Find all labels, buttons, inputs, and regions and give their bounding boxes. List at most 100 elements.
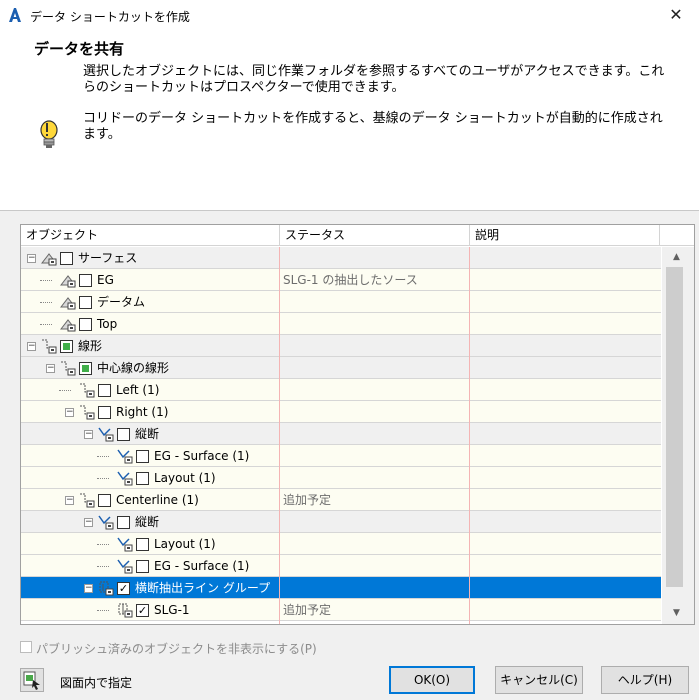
cancel-button[interactable]: キャンセル(C) (495, 666, 583, 694)
autocad-a-icon (9, 8, 21, 22)
title-bar: データ ショートカットを作成 ✕ (0, 0, 699, 30)
row-checkbox[interactable] (98, 406, 111, 419)
row-object-name: Layout (1) (154, 537, 216, 551)
row-checkbox[interactable] (79, 296, 92, 309)
column-header-description[interactable]: 説明 (470, 225, 660, 245)
row-object-name: データム (97, 295, 146, 309)
create-data-shortcuts-dialog: データ ショートカットを作成 ✕ データを共有 選択したオブジェクトには、同じ作… (0, 0, 699, 700)
vertical-scrollbar[interactable]: ▲ ▼ (662, 247, 694, 624)
row-status: SLG-1 の抽出したソース (283, 273, 418, 287)
surface-icon (60, 297, 76, 310)
scroll-down-arrow-icon[interactable]: ▼ (668, 605, 685, 622)
tree-row[interactable]: − サーフェス (21, 247, 661, 269)
table-body: − サーフェス EG SLG-1 の抽出したソースデータム Top − 線形 − 中心線の線形 L… (21, 247, 661, 624)
tree-row[interactable]: − ✓ 横断抽出ライン グループ (21, 577, 661, 599)
column-header-object[interactable]: オブジェクト (21, 225, 280, 245)
scroll-up-arrow-icon[interactable]: ▲ (668, 249, 685, 266)
ok-button[interactable]: OK(O) (389, 666, 475, 694)
tree-row[interactable]: Layout (1) (21, 467, 661, 489)
collapse-toggle-icon[interactable]: − (27, 342, 36, 351)
row-object-name: Right (1) (116, 405, 169, 419)
collapse-toggle-icon[interactable]: − (27, 254, 36, 263)
tree-row[interactable]: EG SLG-1 の抽出したソース (21, 269, 661, 291)
tree-row[interactable]: − 縦断 (21, 423, 661, 445)
row-status: 追加予定 (283, 493, 332, 507)
row-checkbox[interactable] (136, 538, 149, 551)
row-object-name: Layout (1) (154, 471, 216, 485)
column-header-status[interactable]: ステータス (280, 225, 470, 245)
sample-line-group-icon (99, 581, 114, 596)
row-checkbox[interactable]: ✓ (117, 582, 130, 595)
collapse-toggle-icon[interactable]: − (46, 364, 55, 373)
row-checkbox[interactable] (117, 516, 130, 529)
collapse-toggle-icon[interactable]: − (84, 430, 93, 439)
collapse-toggle-icon[interactable]: − (65, 496, 74, 505)
row-object-name: 線形 (78, 339, 103, 353)
tree-row[interactable]: − 中心線の線形 (21, 357, 661, 379)
tree-row[interactable]: Left (1) (21, 379, 661, 401)
surface-icon (60, 275, 76, 288)
close-button[interactable]: ✕ (653, 0, 699, 30)
scroll-thumb[interactable] (666, 267, 683, 587)
sample-line-icon (118, 603, 133, 618)
tree-row[interactable]: EG - Surface (1) (21, 555, 661, 577)
row-object-name: EG (97, 273, 114, 287)
window-title: データ ショートカットを作成 (30, 10, 190, 24)
row-checkbox[interactable] (136, 450, 149, 463)
header-panel: データを共有 選択したオブジェクトには、同じ作業フォルダを参照するすべてのユーザ… (0, 30, 699, 210)
row-checkbox[interactable] (136, 560, 149, 573)
hide-published-label: パブリッシュ済みのオブジェクトを非表示にする(P) (36, 642, 317, 656)
header-title: データを共有 (34, 40, 125, 58)
tree-row[interactable]: EG - Surface (1) (21, 445, 661, 467)
tree-row[interactable]: − Centerline (1) 追加予定 (21, 489, 661, 511)
profile-icon (117, 537, 133, 552)
profile-icon (98, 515, 114, 530)
tree-row[interactable]: − 縦断 (21, 511, 661, 533)
surface-icon (41, 253, 57, 266)
tree-row[interactable]: Layout (1) (21, 533, 661, 555)
row-object-name: EG - Surface (1) (154, 449, 250, 463)
row-checkbox[interactable] (60, 252, 73, 265)
tree-connector (59, 390, 71, 391)
tree-connector (40, 280, 52, 281)
row-checkbox[interactable] (79, 362, 92, 375)
row-checkbox[interactable] (79, 318, 92, 331)
tree-connector (97, 478, 109, 479)
profile-icon (117, 449, 133, 464)
collapse-toggle-icon[interactable]: − (65, 408, 74, 417)
tree-row[interactable]: ✓ SLG-1 追加予定 (21, 599, 661, 621)
row-checkbox[interactable] (98, 494, 111, 507)
alignment-icon (80, 493, 95, 508)
lightbulb-icon (40, 120, 58, 148)
objects-table: オブジェクト ステータス 説明 − サーフェス EG SLG-1 の抽出したソースデー… (20, 224, 695, 625)
tree-row[interactable]: データム (21, 291, 661, 313)
select-in-drawing-button[interactable] (20, 668, 44, 692)
tree-row[interactable]: Top (21, 313, 661, 335)
tree-row[interactable]: − 線形 (21, 335, 661, 357)
row-checkbox[interactable] (60, 340, 73, 353)
profile-icon (117, 559, 133, 574)
collapse-toggle-icon[interactable]: − (84, 518, 93, 527)
column-divider (279, 247, 280, 624)
tree-connector (97, 610, 109, 611)
row-status: 追加予定 (283, 603, 332, 617)
row-gridline (21, 620, 661, 621)
row-checkbox[interactable] (79, 274, 92, 287)
tree-row[interactable]: − Right (1) (21, 401, 661, 423)
tree-connector (97, 544, 109, 545)
row-object-name: 中心線の線形 (97, 361, 170, 375)
header-note: コリドーのデータ ショートカットを作成すると、基線のデータ ショートカットが自動… (83, 111, 663, 142)
tree-connector (40, 302, 52, 303)
row-checkbox[interactable] (117, 428, 130, 441)
row-object-name: SLG-1 (154, 603, 190, 617)
collapse-toggle-icon[interactable]: − (84, 584, 93, 593)
row-object-name: EG - Surface (1) (154, 559, 250, 573)
hide-published-checkbox[interactable] (20, 641, 32, 653)
row-checkbox[interactable] (136, 472, 149, 485)
row-checkbox[interactable] (98, 384, 111, 397)
help-button[interactable]: ヘルプ(H) (601, 666, 689, 694)
alignment-icon (80, 405, 95, 420)
row-object-name: サーフェス (78, 251, 138, 265)
header-divider (0, 210, 699, 211)
row-checkbox[interactable]: ✓ (136, 604, 149, 617)
